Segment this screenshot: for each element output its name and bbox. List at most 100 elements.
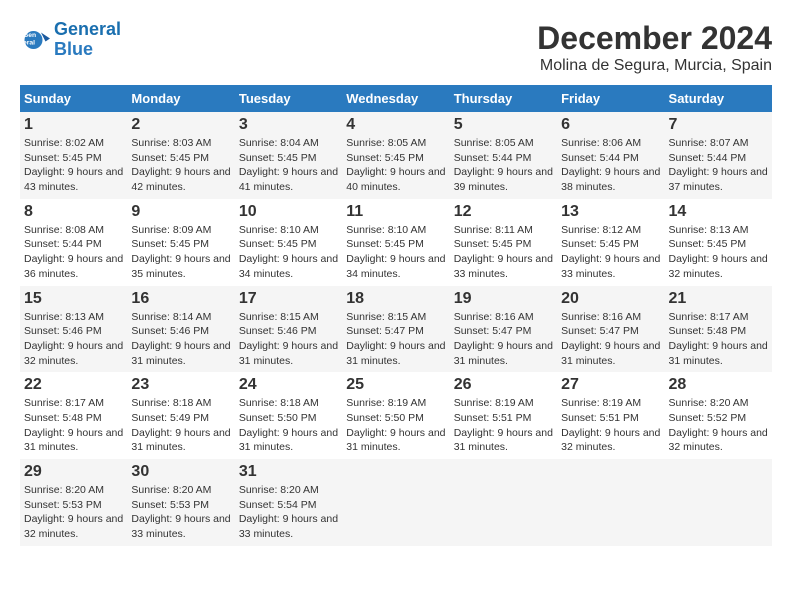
day-info: Sunrise: 8:05 AM Sunset: 5:44 PM Dayligh… [454,136,553,195]
calendar-cell: 10 Sunrise: 8:10 AM Sunset: 5:45 PM Dayl… [235,199,342,286]
day-info: Sunrise: 8:13 AM Sunset: 5:45 PM Dayligh… [669,223,768,282]
calendar-cell: 11 Sunrise: 8:10 AM Sunset: 5:45 PM Dayl… [342,199,449,286]
calendar-cell: 25 Sunrise: 8:19 AM Sunset: 5:50 PM Dayl… [342,372,449,459]
day-number: 31 [239,463,338,481]
logo: Gen eral General Blue [20,20,121,60]
calendar-cell: 13 Sunrise: 8:12 AM Sunset: 5:45 PM Dayl… [557,199,664,286]
calendar-cell: 29 Sunrise: 8:20 AM Sunset: 5:53 PM Dayl… [20,459,127,546]
calendar-cell [557,459,664,546]
day-info: Sunrise: 8:15 AM Sunset: 5:47 PM Dayligh… [346,310,445,369]
day-info: Sunrise: 8:20 AM Sunset: 5:53 PM Dayligh… [131,483,230,542]
calendar-cell: 4 Sunrise: 8:05 AM Sunset: 5:45 PM Dayli… [342,112,449,199]
day-number: 22 [24,376,123,394]
calendar-cell: 9 Sunrise: 8:09 AM Sunset: 5:45 PM Dayli… [127,199,234,286]
day-number: 16 [131,290,230,308]
week-row-4: 22 Sunrise: 8:17 AM Sunset: 5:48 PM Dayl… [20,372,772,459]
week-row-5: 29 Sunrise: 8:20 AM Sunset: 5:53 PM Dayl… [20,459,772,546]
day-number: 25 [346,376,445,394]
day-number: 30 [131,463,230,481]
day-info: Sunrise: 8:16 AM Sunset: 5:47 PM Dayligh… [454,310,553,369]
logo-icon: Gen eral [20,25,50,55]
day-number: 18 [346,290,445,308]
day-info: Sunrise: 8:11 AM Sunset: 5:45 PM Dayligh… [454,223,553,282]
calendar-cell: 2 Sunrise: 8:03 AM Sunset: 5:45 PM Dayli… [127,112,234,199]
day-number: 6 [561,116,660,134]
calendar-cell: 24 Sunrise: 8:18 AM Sunset: 5:50 PM Dayl… [235,372,342,459]
day-number: 5 [454,116,553,134]
calendar-cell: 6 Sunrise: 8:06 AM Sunset: 5:44 PM Dayli… [557,112,664,199]
day-number: 2 [131,116,230,134]
day-number: 8 [24,203,123,221]
calendar-cell: 31 Sunrise: 8:20 AM Sunset: 5:54 PM Dayl… [235,459,342,546]
title-block: December 2024 Molina de Segura, Murcia, … [537,20,772,75]
calendar-cell: 23 Sunrise: 8:18 AM Sunset: 5:49 PM Dayl… [127,372,234,459]
day-number: 19 [454,290,553,308]
day-info: Sunrise: 8:14 AM Sunset: 5:46 PM Dayligh… [131,310,230,369]
header-row: Sunday Monday Tuesday Wednesday Thursday… [20,85,772,112]
calendar-cell: 26 Sunrise: 8:19 AM Sunset: 5:51 PM Dayl… [450,372,557,459]
day-info: Sunrise: 8:06 AM Sunset: 5:44 PM Dayligh… [561,136,660,195]
logo-line2: Blue [54,39,93,59]
calendar-cell: 21 Sunrise: 8:17 AM Sunset: 5:48 PM Dayl… [665,286,772,373]
day-info: Sunrise: 8:03 AM Sunset: 5:45 PM Dayligh… [131,136,230,195]
day-number: 27 [561,376,660,394]
location-title: Molina de Segura, Murcia, Spain [537,57,772,75]
page-header: Gen eral General Blue December 2024 Moli… [20,20,772,75]
day-info: Sunrise: 8:17 AM Sunset: 5:48 PM Dayligh… [669,310,768,369]
day-info: Sunrise: 8:12 AM Sunset: 5:45 PM Dayligh… [561,223,660,282]
svg-text:eral: eral [23,39,35,46]
day-info: Sunrise: 8:08 AM Sunset: 5:44 PM Dayligh… [24,223,123,282]
calendar-cell: 18 Sunrise: 8:15 AM Sunset: 5:47 PM Dayl… [342,286,449,373]
day-number: 1 [24,116,123,134]
day-number: 14 [669,203,768,221]
day-number: 3 [239,116,338,134]
day-number: 9 [131,203,230,221]
week-row-1: 1 Sunrise: 8:02 AM Sunset: 5:45 PM Dayli… [20,112,772,199]
day-number: 24 [239,376,338,394]
day-info: Sunrise: 8:19 AM Sunset: 5:50 PM Dayligh… [346,396,445,455]
day-number: 17 [239,290,338,308]
calendar-header: Sunday Monday Tuesday Wednesday Thursday… [20,85,772,112]
calendar-cell: 16 Sunrise: 8:14 AM Sunset: 5:46 PM Dayl… [127,286,234,373]
day-info: Sunrise: 8:17 AM Sunset: 5:48 PM Dayligh… [24,396,123,455]
header-saturday: Saturday [665,85,772,112]
day-info: Sunrise: 8:07 AM Sunset: 5:44 PM Dayligh… [669,136,768,195]
day-number: 29 [24,463,123,481]
calendar-cell: 8 Sunrise: 8:08 AM Sunset: 5:44 PM Dayli… [20,199,127,286]
calendar-table: Sunday Monday Tuesday Wednesday Thursday… [20,85,772,546]
calendar-cell: 15 Sunrise: 8:13 AM Sunset: 5:46 PM Dayl… [20,286,127,373]
day-number: 4 [346,116,445,134]
day-info: Sunrise: 8:20 AM Sunset: 5:52 PM Dayligh… [669,396,768,455]
day-info: Sunrise: 8:16 AM Sunset: 5:47 PM Dayligh… [561,310,660,369]
calendar-cell: 5 Sunrise: 8:05 AM Sunset: 5:44 PM Dayli… [450,112,557,199]
day-number: 26 [454,376,553,394]
day-info: Sunrise: 8:18 AM Sunset: 5:49 PM Dayligh… [131,396,230,455]
day-info: Sunrise: 8:13 AM Sunset: 5:46 PM Dayligh… [24,310,123,369]
week-row-3: 15 Sunrise: 8:13 AM Sunset: 5:46 PM Dayl… [20,286,772,373]
day-number: 28 [669,376,768,394]
day-info: Sunrise: 8:05 AM Sunset: 5:45 PM Dayligh… [346,136,445,195]
calendar-cell [342,459,449,546]
day-info: Sunrise: 8:20 AM Sunset: 5:53 PM Dayligh… [24,483,123,542]
day-number: 23 [131,376,230,394]
calendar-cell: 3 Sunrise: 8:04 AM Sunset: 5:45 PM Dayli… [235,112,342,199]
day-number: 21 [669,290,768,308]
day-number: 20 [561,290,660,308]
calendar-body: 1 Sunrise: 8:02 AM Sunset: 5:45 PM Dayli… [20,112,772,546]
header-friday: Friday [557,85,664,112]
calendar-cell: 27 Sunrise: 8:19 AM Sunset: 5:51 PM Dayl… [557,372,664,459]
calendar-cell: 12 Sunrise: 8:11 AM Sunset: 5:45 PM Dayl… [450,199,557,286]
calendar-cell [665,459,772,546]
day-info: Sunrise: 8:19 AM Sunset: 5:51 PM Dayligh… [454,396,553,455]
logo-line1: General [54,19,121,39]
calendar-cell: 22 Sunrise: 8:17 AM Sunset: 5:48 PM Dayl… [20,372,127,459]
day-info: Sunrise: 8:19 AM Sunset: 5:51 PM Dayligh… [561,396,660,455]
week-row-2: 8 Sunrise: 8:08 AM Sunset: 5:44 PM Dayli… [20,199,772,286]
day-number: 7 [669,116,768,134]
day-info: Sunrise: 8:10 AM Sunset: 5:45 PM Dayligh… [239,223,338,282]
day-info: Sunrise: 8:18 AM Sunset: 5:50 PM Dayligh… [239,396,338,455]
calendar-cell: 20 Sunrise: 8:16 AM Sunset: 5:47 PM Dayl… [557,286,664,373]
calendar-cell [450,459,557,546]
day-info: Sunrise: 8:04 AM Sunset: 5:45 PM Dayligh… [239,136,338,195]
calendar-cell: 14 Sunrise: 8:13 AM Sunset: 5:45 PM Dayl… [665,199,772,286]
